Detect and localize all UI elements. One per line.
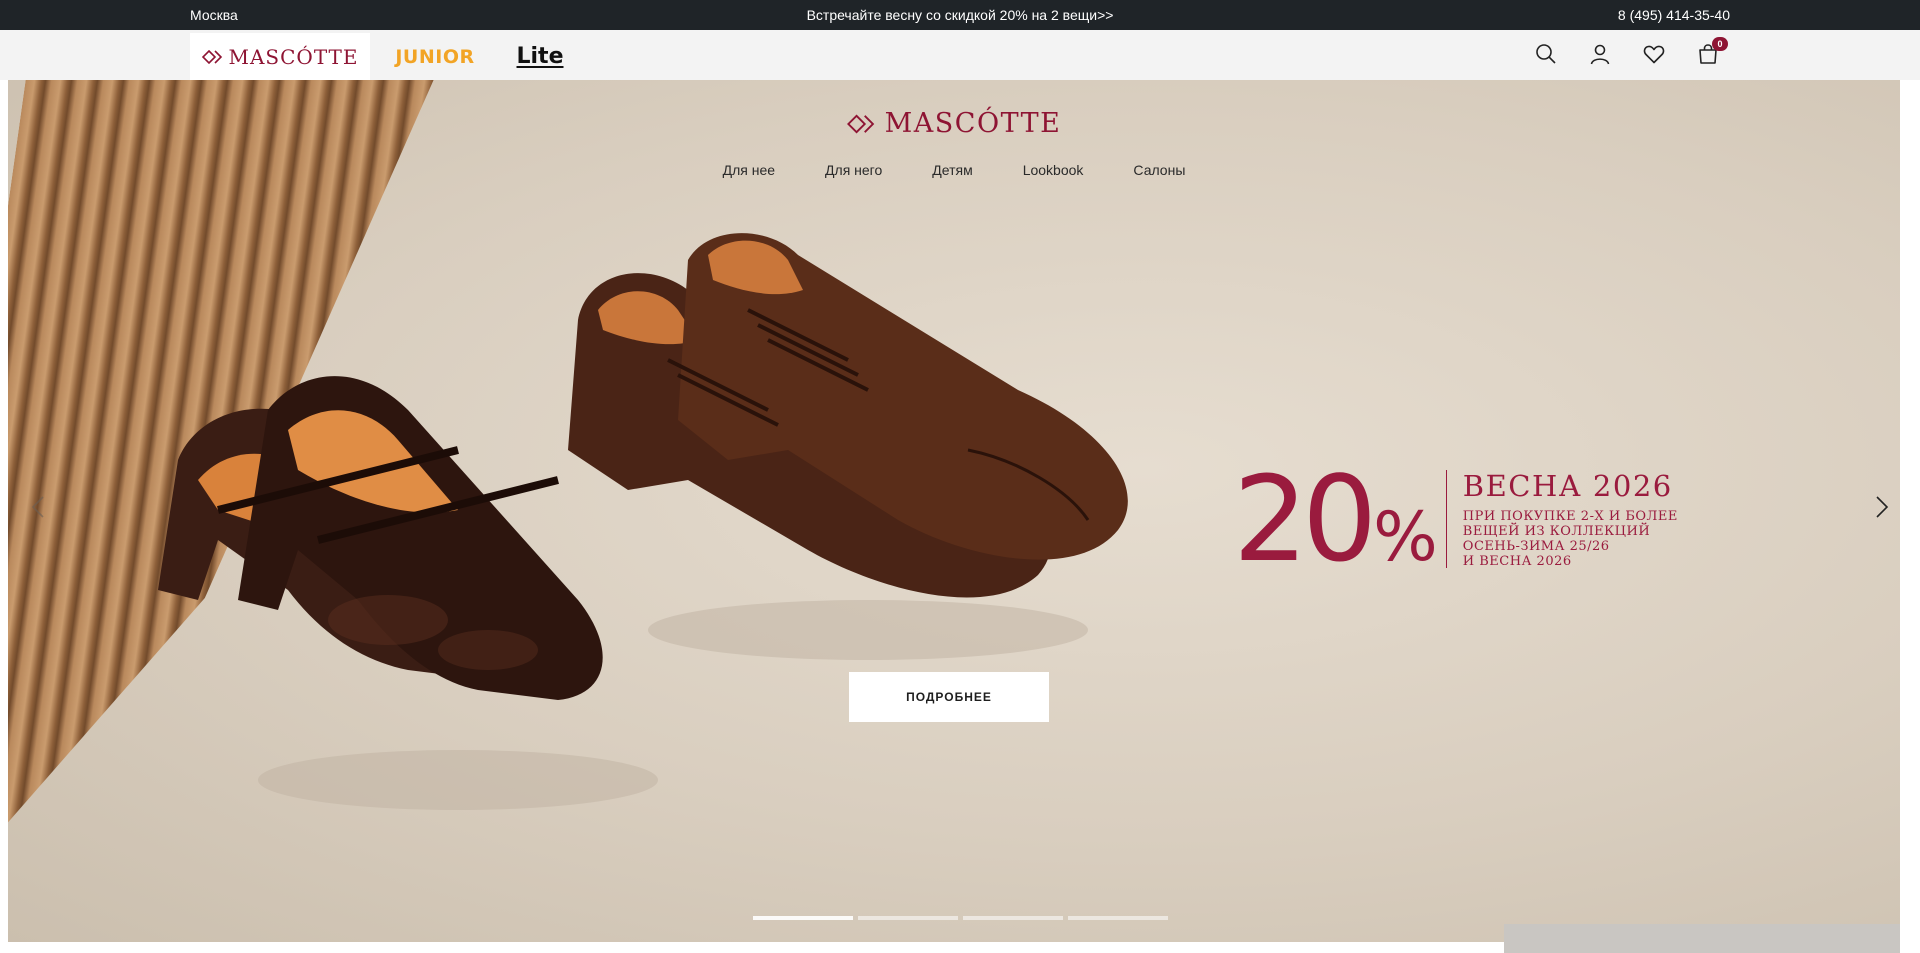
nav-item-men[interactable]: Для него <box>825 162 882 178</box>
hero-logo-text: MASCÓTTE <box>884 108 1062 139</box>
slide-indicator-2[interactable] <box>858 916 958 920</box>
diamond-logo-icon <box>846 113 874 134</box>
search-icon[interactable] <box>1534 42 1558 66</box>
mascotte-logo-text: MASCÓTTE <box>228 44 359 69</box>
heart-icon[interactable] <box>1642 42 1666 66</box>
lite-logo: Lite <box>516 44 564 69</box>
chevron-right-icon[interactable] <box>1870 495 1894 519</box>
more-details-button[interactable]: ПОДРОБНЕЕ <box>849 672 1049 722</box>
account-icon[interactable] <box>1588 42 1612 66</box>
slide-indicator-1[interactable] <box>753 916 853 920</box>
brand-tab-lite[interactable]: Lite <box>510 33 570 80</box>
cart-icon[interactable]: 0 <box>1696 37 1728 66</box>
phone-link[interactable]: 8 (495) 414-35-40 <box>1618 7 1730 23</box>
junior-logo: JUNIOR <box>395 45 475 68</box>
hero-banner[interactable]: MASCÓTTE Для нее Для него Детям Lookbook… <box>8 80 1900 942</box>
main-nav: Для нее Для него Детям Lookbook Салоны <box>8 162 1900 178</box>
nav-item-lookbook[interactable]: Lookbook <box>1023 162 1084 178</box>
promo-discount: 20% <box>1233 450 1438 588</box>
announcement-bar: Москва Встречайте весну со скидкой 20% н… <box>0 0 1920 30</box>
nav-item-kids[interactable]: Детям <box>932 162 972 178</box>
hero-logo[interactable]: MASCÓTTE <box>8 108 1900 139</box>
nav-item-women[interactable]: Для нее <box>723 162 775 178</box>
diamond-logo-icon <box>201 49 222 64</box>
slide-indicator-3[interactable] <box>963 916 1063 920</box>
chevron-left-icon[interactable] <box>26 495 50 519</box>
promo-conditions: ПРИ ПОКУПКЕ 2-Х И БОЛЕЕ ВЕЩЕЙ ИЗ КОЛЛЕКЦ… <box>1462 509 1678 569</box>
mens-shoes-image <box>568 233 1128 660</box>
promo-block: 20% ВЕСНА 2026 ПРИ ПОКУПКЕ 2-Х И БОЛЕЕ В… <box>1233 460 1678 578</box>
cart-count-badge: 0 <box>1712 37 1728 51</box>
promo-details: ВЕСНА 2026 ПРИ ПОКУПКЕ 2-Х И БОЛЕЕ ВЕЩЕЙ… <box>1463 469 1678 569</box>
mascotte-logo: MASCÓTTE <box>201 44 359 69</box>
slider-pagination <box>753 916 1168 920</box>
brand-tab-junior[interactable]: JUNIOR <box>380 33 490 80</box>
promo-title: ВЕСНА 2026 <box>1462 469 1673 503</box>
brand-tab-mascotte[interactable]: MASCÓTTE <box>190 33 370 80</box>
promo-divider <box>1445 470 1447 568</box>
page-scrollbar-gutter <box>1900 80 1920 942</box>
cookie-notice-panel <box>1504 924 1900 953</box>
site-header: MASCÓTTE JUNIOR Lite 0 <box>0 30 1920 80</box>
slide-indicator-4[interactable] <box>1068 916 1168 920</box>
header-actions: 0 <box>1534 37 1728 66</box>
nav-item-stores[interactable]: Салоны <box>1133 162 1185 178</box>
